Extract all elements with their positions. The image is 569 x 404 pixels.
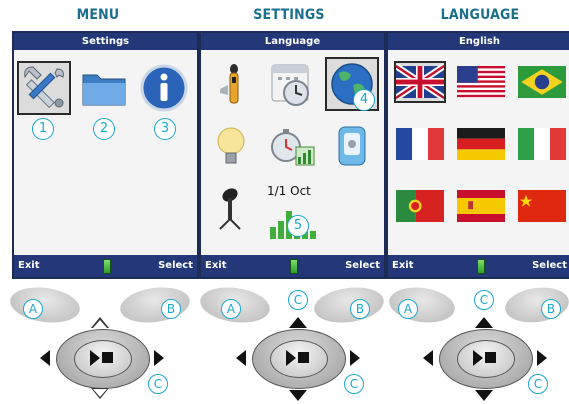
- right-arrow-icon[interactable]: [154, 350, 164, 366]
- germany-flag[interactable]: [457, 125, 505, 163]
- left-arrow-icon[interactable]: [40, 350, 50, 366]
- marker-3: 3: [154, 118, 176, 140]
- menu-title: MENU: [76, 7, 120, 23]
- exit-softkey[interactable]: Exit: [18, 260, 40, 271]
- china-flag[interactable]: [518, 187, 566, 225]
- battery-icon: [102, 259, 111, 274]
- language-screen: English Exit Select: [386, 31, 569, 279]
- select-softkey[interactable]: Select: [532, 260, 567, 271]
- stop-square: [298, 352, 309, 363]
- screen-header: English: [388, 33, 569, 50]
- softkey-a-label: A: [221, 299, 241, 319]
- left-arrow-icon[interactable]: [423, 350, 433, 366]
- softkey-b[interactable]: [311, 283, 387, 327]
- brazil-flag[interactable]: [518, 63, 566, 101]
- play-stop-icon: [286, 350, 296, 366]
- nav-top-label: C: [474, 290, 494, 310]
- right-arrow-icon[interactable]: [350, 350, 360, 366]
- portugal-flag[interactable]: [396, 187, 444, 225]
- stopwatch-chart-icon[interactable]: [266, 121, 316, 171]
- play-stop-icon: [90, 350, 100, 366]
- down-arrow-icon[interactable]: [289, 390, 307, 401]
- down-arrow-outline-inner: [93, 389, 107, 397]
- up-arrow-icon[interactable]: [289, 317, 307, 328]
- softkey-b-label: B: [541, 299, 561, 319]
- screen-header: Language: [201, 33, 384, 50]
- left-arrow-icon[interactable]: [236, 350, 246, 366]
- sound-level-meter-icon[interactable]: [206, 59, 256, 109]
- exit-softkey[interactable]: Exit: [205, 260, 227, 271]
- marker-1: 1: [32, 118, 54, 140]
- language-title: LANGUAGE: [440, 7, 520, 23]
- softkey-b-label: B: [350, 299, 370, 319]
- marker-4: 4: [353, 89, 375, 111]
- softkey-b-label: B: [161, 299, 181, 319]
- uk-flag[interactable]: [394, 61, 446, 103]
- play-stop-icon: [473, 350, 483, 366]
- info-icon[interactable]: [139, 63, 189, 113]
- up-arrow-icon[interactable]: [475, 317, 493, 328]
- nav-c-label: C: [148, 374, 168, 394]
- tools-icon[interactable]: [17, 61, 71, 115]
- select-softkey[interactable]: Select: [158, 260, 193, 271]
- spain-flag[interactable]: [457, 187, 505, 225]
- softkey-a-label: A: [23, 299, 43, 319]
- folder-icon[interactable]: [79, 63, 129, 113]
- select-softkey[interactable]: Select: [345, 260, 380, 271]
- screen-footer: Exit Select: [388, 255, 569, 277]
- control-pad-language: A B C C: [381, 280, 569, 404]
- menu-screen: Settings 1 2 3 Exit Select: [12, 31, 199, 279]
- softkey-a[interactable]: [7, 283, 83, 327]
- screen-footer: Exit Select: [201, 255, 384, 277]
- right-arrow-icon[interactable]: [537, 350, 547, 366]
- screen-footer: Exit Select: [14, 255, 197, 277]
- stop-square: [485, 352, 496, 363]
- softkey-b[interactable]: [117, 283, 193, 327]
- softkey-a[interactable]: [386, 283, 458, 327]
- control-pad-menu: A B C: [0, 280, 196, 404]
- stop-square: [102, 352, 113, 363]
- nav-c-label: C: [528, 374, 548, 394]
- settings-screen: Language 4 1/1 Oct 5 Exit Select: [199, 31, 386, 279]
- up-arrow-outline-inner: [93, 320, 107, 328]
- nav-c-label: C: [344, 374, 364, 394]
- usa-flag[interactable]: [457, 63, 505, 101]
- microphone-icon[interactable]: [206, 183, 256, 233]
- battery-icon: [476, 259, 485, 274]
- france-flag[interactable]: [396, 125, 444, 163]
- down-arrow-icon[interactable]: [475, 390, 493, 401]
- calendar-clock-icon[interactable]: [266, 59, 316, 109]
- lightbulb-icon[interactable]: [206, 121, 256, 171]
- marker-5: 5: [287, 215, 309, 237]
- nav-top-label: C: [288, 290, 308, 310]
- battery-icon: [289, 259, 298, 274]
- screen-header: Settings: [14, 33, 197, 50]
- italy-flag[interactable]: [518, 125, 566, 163]
- exit-softkey[interactable]: Exit: [392, 260, 414, 271]
- marker-2: 2: [93, 118, 115, 140]
- device-icon[interactable]: [327, 121, 377, 171]
- settings-title: SETTINGS: [253, 7, 325, 23]
- control-pad-settings: A B C C: [190, 280, 387, 404]
- softkey-a-label: A: [398, 299, 418, 319]
